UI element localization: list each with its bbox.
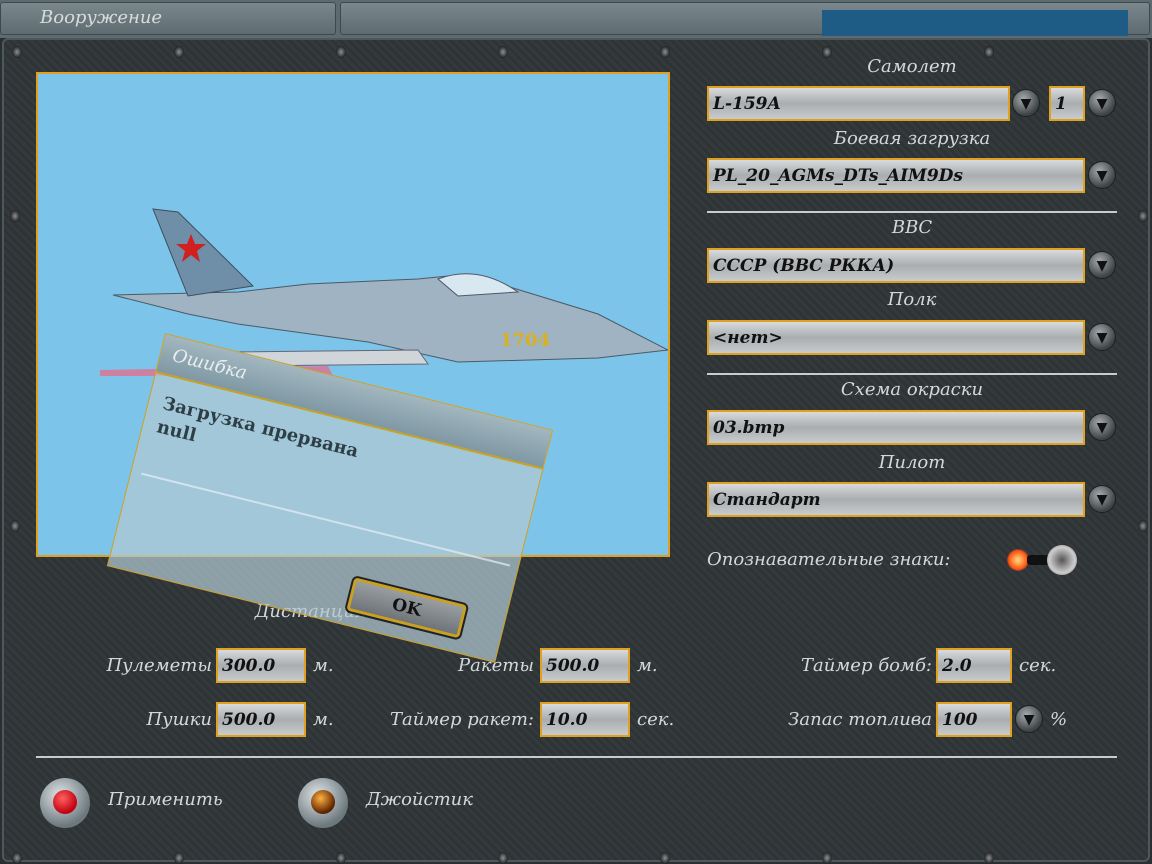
pilot-dropdown-icon[interactable]: ▼ — [1088, 485, 1116, 513]
rivet-icon — [660, 46, 670, 58]
cannon-input[interactable]: 500.0 — [216, 702, 306, 737]
pilot-label: Пилот — [878, 452, 946, 473]
bomb-timer-label: Таймер бомб: — [801, 655, 932, 676]
airforce-select[interactable]: СССР (ВВС РККА) — [707, 248, 1085, 283]
toggle-base — [1047, 545, 1077, 575]
cannon-label: Пушки — [146, 709, 212, 730]
rocket-timer-label: Таймер ракет: — [390, 709, 534, 730]
rivet-icon — [984, 852, 994, 864]
joystick-label[interactable]: Джойстик — [366, 789, 473, 810]
pilot-select[interactable]: Стандарт — [707, 482, 1085, 517]
rivet-icon — [498, 852, 508, 864]
fuel-unit: % — [1050, 709, 1068, 730]
joystick-button[interactable] — [298, 778, 348, 828]
rivet-icon — [12, 46, 22, 58]
mg-input[interactable]: 300.0 — [216, 648, 306, 683]
rocket-timer-input[interactable]: 10.0 — [540, 702, 630, 737]
rivet-icon — [1138, 520, 1148, 532]
aircraft-select[interactable]: L-159A — [707, 86, 1010, 121]
skin-select[interactable]: 03.bmp — [707, 410, 1085, 445]
loadout-label: Боевая загрузка — [833, 128, 991, 149]
rivet-icon — [174, 852, 184, 864]
rivet-icon — [12, 852, 22, 864]
markings-toggle[interactable] — [1005, 545, 1077, 575]
aircraft-count-select[interactable]: 1 — [1049, 86, 1085, 121]
count-dropdown-icon[interactable]: ▼ — [1088, 89, 1116, 117]
rivet-icon — [10, 520, 20, 532]
divider — [707, 211, 1117, 213]
top-bar: Вооружение — [0, 0, 1152, 38]
markings-label: Опознавательные знаки: — [707, 549, 951, 570]
mg-unit: м. — [313, 655, 334, 676]
divider — [36, 756, 1117, 758]
red-light-icon — [53, 790, 77, 814]
divider — [707, 373, 1117, 375]
aircraft-label: Самолет — [867, 56, 957, 77]
rivet-icon — [336, 46, 346, 58]
airforce-dropdown-icon[interactable]: ▼ — [1088, 251, 1116, 279]
rivet-icon — [498, 46, 508, 58]
skin-dropdown-icon[interactable]: ▼ — [1088, 413, 1116, 441]
indicator-light-icon — [1007, 549, 1029, 571]
fuel-dropdown-icon[interactable]: ▼ — [1015, 705, 1043, 733]
apply-button[interactable] — [40, 778, 90, 828]
rockets-input[interactable]: 500.0 — [540, 648, 630, 683]
regiment-label: Полк — [887, 289, 937, 310]
rockets-unit: м. — [637, 655, 658, 676]
rivet-icon — [10, 210, 20, 222]
amber-light-icon — [311, 790, 335, 814]
rivet-icon — [660, 852, 670, 864]
rivet-icon — [174, 46, 184, 58]
airforce-label: ВВС — [891, 217, 933, 238]
fuel-label: Запас топлива — [788, 709, 932, 730]
fuel-input[interactable]: 100 — [936, 702, 1012, 737]
svg-text:1704: 1704 — [500, 330, 550, 351]
aircraft-dropdown-icon[interactable]: ▼ — [1012, 89, 1040, 117]
cannon-unit: м. — [313, 709, 334, 730]
rocket-timer-unit: сек. — [637, 709, 675, 730]
regiment-select[interactable]: <нет> — [707, 320, 1085, 355]
apply-label[interactable]: Применить — [108, 789, 223, 810]
rivet-icon — [822, 852, 832, 864]
loadout-dropdown-icon[interactable]: ▼ — [1088, 161, 1116, 189]
bomb-timer-input[interactable]: 2.0 — [936, 648, 1012, 683]
status-strip — [822, 10, 1128, 36]
rivet-icon — [336, 852, 346, 864]
mg-label: Пулеметы — [106, 655, 212, 676]
regiment-dropdown-icon[interactable]: ▼ — [1088, 323, 1116, 351]
rivet-icon — [1138, 210, 1148, 222]
skin-label: Схема окраски — [840, 379, 984, 400]
loadout-select[interactable]: PL_20_AGMs_DTs_AIM9Ds — [707, 158, 1085, 193]
bomb-timer-unit: сек. — [1019, 655, 1057, 676]
window-title: Вооружение — [40, 7, 163, 28]
dialog-divider — [141, 472, 511, 567]
